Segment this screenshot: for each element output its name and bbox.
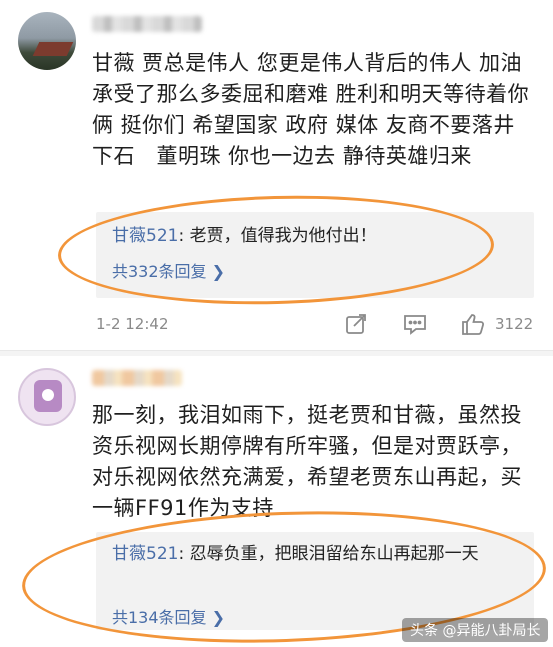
reply-line: 甘薇521: 老贾，值得我为他付出！	[112, 224, 520, 249]
avatar[interactable]	[18, 368, 76, 426]
comment-icon[interactable]	[402, 312, 428, 340]
reply-line: 甘薇521: 忍辱负重，把眼泪留给东山再起那一天	[112, 542, 520, 567]
reply-author[interactable]: 甘薇521	[112, 226, 178, 246]
thumbs-up-icon[interactable]	[460, 312, 486, 340]
like-count: 3122	[495, 315, 534, 333]
comment-body: 甘薇 贾总是伟人 您更是伟人背后的伟人 加油 承受了那么多委屈和磨难 胜利和明天…	[92, 51, 530, 168]
reply-count-link[interactable]: 共332条回复 ❯	[112, 258, 225, 282]
reply-count-link[interactable]: 共134条回复 ❯	[112, 604, 225, 628]
comment-body: 那一刻，我泪如雨下，挺老贾和甘薇，虽然投资乐视网长期停牌有所牢骚，但是对贾跃亭，…	[92, 403, 522, 520]
reply-preview[interactable]: 甘薇521: 老贾，值得我为他付出！ 共332条回复 ❯	[96, 212, 534, 298]
reply-preview[interactable]: 甘薇521: 忍辱负重，把眼泪留给东山再起那一天 共134条回复 ❯	[96, 532, 534, 630]
reply-text: : 忍辱负重，把眼泪留给东山再起那一天	[178, 544, 479, 564]
timestamp: 1-2 12:42	[96, 315, 169, 333]
watermark: 头条 @异能八卦局长	[402, 618, 549, 642]
username-blurred[interactable]	[92, 370, 182, 386]
username-blurred[interactable]	[92, 16, 202, 32]
share-icon[interactable]	[344, 312, 368, 340]
reply-author[interactable]: 甘薇521	[112, 544, 178, 564]
comment-footer: 1-2 12:42 3122	[0, 308, 553, 342]
divider	[0, 350, 553, 356]
reply-text: : 老贾，值得我为他付出！	[178, 226, 377, 246]
avatar[interactable]	[18, 12, 76, 70]
